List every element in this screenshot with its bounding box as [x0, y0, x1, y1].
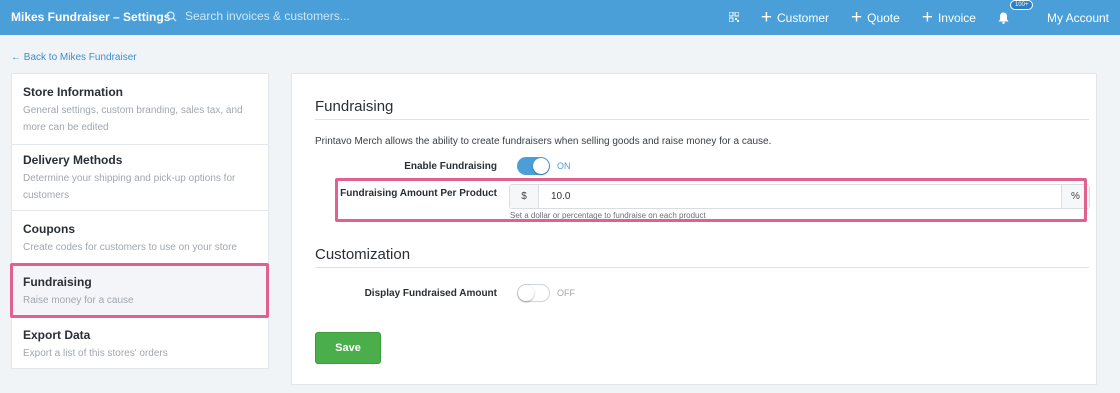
currency-addon: $ [510, 185, 539, 208]
notification-badge: 100+ [1009, 0, 1034, 10]
invoice-label: Invoice [937, 10, 976, 25]
display-fundraised-amount-toggle[interactable] [517, 284, 550, 302]
sidebar-item-desc: Export a list of this stores' orders [23, 348, 168, 359]
sidebar-item-fundraising[interactable]: Fundraising Raise money for a cause [12, 264, 268, 318]
amount-per-product-input-group: $ 10.0 % [509, 184, 1090, 209]
settings-sidebar: Store Information General settings, cust… [11, 73, 269, 369]
enable-fundraising-toggle[interactable] [517, 157, 550, 175]
sidebar-item-delivery-methods[interactable]: Delivery Methods Determine your shipping… [12, 145, 268, 211]
sidebar-item-desc: Determine your shipping and pick-up opti… [23, 173, 236, 201]
amount-per-product-input[interactable]: 10.0 [539, 185, 1061, 208]
percent-addon: % [1061, 185, 1089, 208]
enable-fundraising-state: ON [557, 161, 571, 171]
sidebar-item-desc: Create codes for customers to use on you… [23, 242, 237, 253]
sidebar-item-title: Store Information [23, 85, 124, 99]
notifications-button[interactable]: 100+ [998, 0, 1034, 24]
search-box[interactable]: Search invoices & customers... [166, 9, 350, 23]
plus-icon: + [760, 7, 772, 28]
qr-code-icon[interactable] [728, 9, 740, 27]
sidebar-item-desc: General settings, custom branding, sales… [23, 105, 243, 133]
section-divider [315, 267, 1089, 268]
customization-section-title: Customization [315, 246, 411, 263]
bell-icon [998, 12, 1009, 24]
sidebar-item-coupons[interactable]: Coupons Create codes for customers to us… [12, 211, 268, 264]
search-icon [166, 10, 177, 22]
section-divider [315, 119, 1089, 120]
fundraising-intro-text: Printavo Merch allows the ability to cre… [315, 136, 772, 147]
sidebar-item-store-information[interactable]: Store Information General settings, cust… [12, 74, 268, 145]
sidebar-item-title: Fundraising [23, 275, 92, 289]
sidebar-item-desc: Raise money for a cause [23, 295, 134, 306]
quote-label: Quote [867, 10, 900, 25]
customer-label: Customer [777, 10, 830, 25]
sidebar-item-title: Export Data [23, 328, 91, 342]
fundraising-section-title: Fundraising [315, 98, 394, 115]
plus-icon: + [921, 7, 933, 28]
display-fundraised-amount-state: OFF [557, 288, 575, 298]
sidebar-item-title: Coupons [23, 222, 75, 236]
amount-per-product-label: Fundraising Amount Per Product [340, 188, 497, 199]
search-placeholder[interactable]: Search invoices & customers... [185, 9, 350, 23]
new-invoice-button[interactable]: + Invoice [922, 8, 976, 27]
new-customer-button[interactable]: + Customer [761, 8, 829, 27]
app-title: Mikes Fundraiser – Settings [11, 10, 171, 24]
display-fundraised-amount-label: Display Fundraised Amount [364, 288, 497, 299]
amount-help-text: Set a dollar or percentage to fundraise … [510, 211, 706, 220]
new-quote-button[interactable]: + Quote [851, 8, 900, 27]
plus-icon: + [851, 7, 863, 28]
my-account-menu[interactable]: My Account [1047, 11, 1109, 25]
sidebar-item-title: Delivery Methods [23, 153, 123, 167]
back-link[interactable]: ← Back to Mikes Fundraiser [11, 52, 137, 63]
save-button[interactable]: Save [315, 332, 381, 364]
toggle-knob [533, 158, 549, 174]
enable-fundraising-label: Enable Fundraising [404, 161, 497, 172]
top-nav-bar: Mikes Fundraiser – Settings Search invoi… [0, 0, 1120, 35]
sidebar-item-export-data[interactable]: Export Data Export a list of this stores… [12, 318, 268, 369]
toggle-knob [518, 285, 534, 301]
settings-panel: Fundraising Printavo Merch allows the ab… [291, 73, 1097, 385]
